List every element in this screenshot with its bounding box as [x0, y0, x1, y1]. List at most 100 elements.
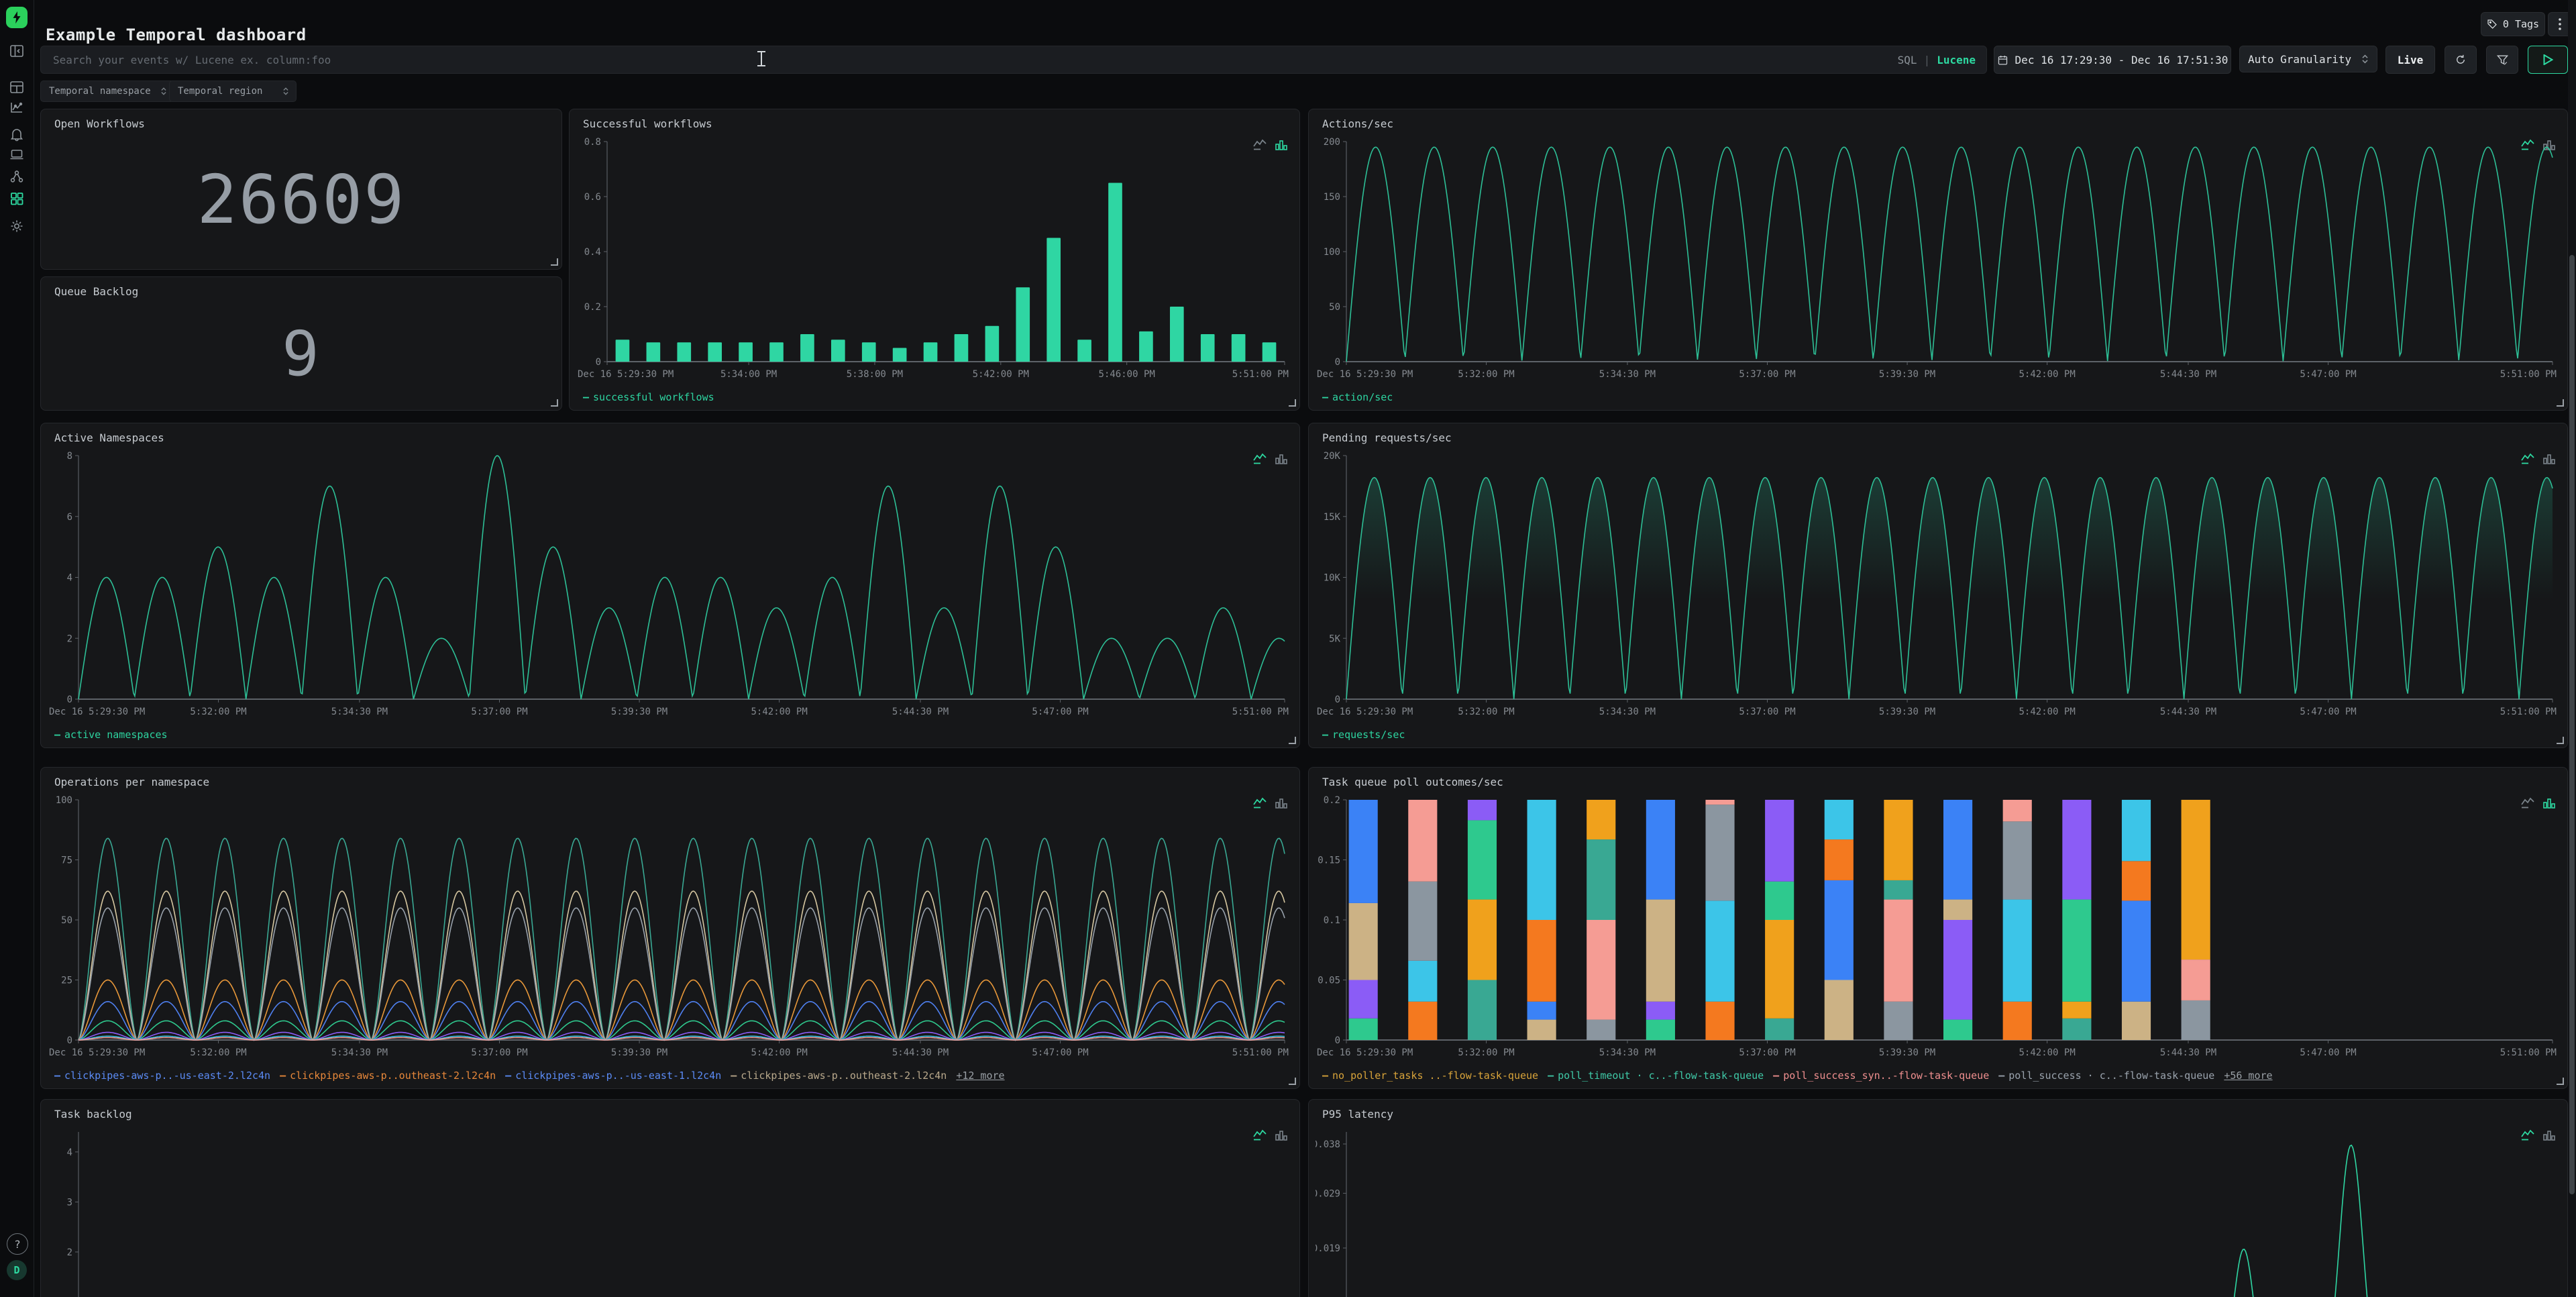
stacked-bar-segment: [2182, 800, 2210, 959]
legend-label: clickpipes-aws-p..-us-east-1.l2c4n: [515, 1070, 721, 1082]
x-tick-label: Dec 16 5:29:30 PM: [578, 369, 674, 380]
y-tick-label: 200: [1324, 137, 1340, 148]
scrollbar-track[interactable]: [2568, 0, 2576, 1297]
legend-item[interactable]: —successful workflows: [583, 391, 714, 403]
resize-handle[interactable]: [2557, 1078, 2564, 1085]
stacked-bar-segment: [2062, 900, 2091, 1002]
x-tick-label: 5:51:00 PM: [2500, 1047, 2557, 1058]
mode-sql-label[interactable]: SQL: [1898, 54, 1917, 66]
topology-nodes-icon[interactable]: [9, 168, 25, 185]
resize-handle[interactable]: [551, 399, 558, 407]
filter-label: Temporal region: [178, 86, 262, 97]
panel-title: Active Namespaces: [54, 431, 164, 444]
bar: [1046, 238, 1061, 362]
legend-item[interactable]: — clickpipes-aws-p..-us-east-1.l2c4n: [505, 1070, 721, 1082]
granularity-select[interactable]: Auto Granularity: [2239, 46, 2377, 72]
y-tick-label: 0: [1335, 1035, 1340, 1046]
run-query-button[interactable]: [2528, 46, 2568, 74]
collapse-sidebar-icon[interactable]: [9, 43, 25, 59]
settings-gear-icon[interactable]: [9, 218, 25, 234]
tags-button[interactable]: 0 Tags: [2481, 12, 2545, 36]
stacked-bar-segment: [1468, 980, 1497, 1041]
x-tick-label: 5:37:00 PM: [1739, 1047, 1795, 1058]
mode-lucene-label[interactable]: Lucene: [1937, 54, 1976, 66]
legend-label: requests/sec: [1332, 729, 1405, 741]
search-input[interactable]: [41, 46, 1986, 73]
legend-swatch: —: [583, 391, 589, 403]
scrollbar-thumb[interactable]: [2569, 255, 2575, 1194]
hosts-monitor-icon[interactable]: [9, 146, 25, 162]
stacked-bar-segment: [1587, 839, 1615, 920]
stacked-bar-segment: [1349, 800, 1378, 903]
panel-pending-requests: Pending requests/sec 05K10K15K20KDec 16 …: [1308, 423, 2568, 748]
filter-edit-button[interactable]: [2486, 46, 2518, 74]
legend-item[interactable]: —no_poller_tasks ..-flow-task-queue: [1322, 1070, 1538, 1082]
x-tick-label: 5:32:00 PM: [190, 1047, 246, 1058]
alerts-bell-icon[interactable]: [9, 126, 25, 142]
y-tick-label: 25: [61, 976, 72, 986]
app-logo-icon[interactable]: [6, 7, 28, 28]
apps-grid-icon[interactable]: [9, 191, 25, 207]
stacked-bar-segment: [1705, 900, 1734, 1001]
stacked-bar-segment: [2122, 861, 2151, 900]
y-tick-label: 100: [56, 795, 72, 806]
refresh-icon: [2455, 54, 2467, 66]
user-avatar[interactable]: D: [7, 1260, 27, 1280]
stacked-bar-segment: [2003, 900, 2032, 1002]
x-tick-label: 5:42:00 PM: [2019, 707, 2075, 717]
refresh-button[interactable]: [2445, 46, 2477, 74]
page-title: Example Temporal dashboard: [46, 25, 307, 44]
stacked-bar-segment: [2122, 800, 2151, 861]
play-icon: [2543, 54, 2553, 65]
chevron-updown-icon: [160, 87, 167, 96]
x-tick-label: 5:46:00 PM: [1099, 369, 1155, 380]
panel-title: Task backlog: [54, 1108, 132, 1121]
legend-item[interactable]: —clickpipes-aws-p..outheast-2.l2c4n: [280, 1070, 496, 1082]
legend-more-link[interactable]: +12 more: [956, 1070, 1004, 1082]
resize-handle[interactable]: [1289, 399, 1296, 407]
x-tick-label: 5:44:30 PM: [2160, 1047, 2216, 1058]
resize-handle[interactable]: [2557, 737, 2564, 744]
granularity-label: Auto Granularity: [2248, 53, 2351, 66]
x-tick-label: 5:51:00 PM: [1232, 369, 1289, 380]
panel-title: Open Workflows: [54, 117, 145, 130]
stacked-bar-segment: [1587, 800, 1615, 839]
legend-item[interactable]: —poll_timeout · c..-flow-task-queue: [1548, 1070, 1764, 1082]
filter-temporal-namespace[interactable]: Temporal namespace: [40, 81, 174, 102]
legend-item[interactable]: —poll_success_syn..-flow-task-queue: [1773, 1070, 1989, 1082]
legend-item[interactable]: —clickpipes-aws-p..outheast-2.l2c4n: [731, 1070, 947, 1082]
legend-item[interactable]: —active namespaces: [54, 729, 168, 741]
y-tick-label: 75: [61, 855, 72, 866]
legend-swatch: —: [505, 1070, 511, 1082]
chart-svg: 050100150200Dec 16 5:29:30 PM5:32:00 PM5…: [1316, 135, 2558, 386]
stacked-bar-segment: [1705, 805, 1734, 900]
filter-temporal-region[interactable]: Temporal region: [169, 81, 297, 102]
y-tick-label: 5K: [1329, 633, 1340, 644]
stacked-bar-segment: [1408, 961, 1437, 1002]
help-button[interactable]: ?: [7, 1233, 28, 1255]
y-tick-label: 100: [1324, 247, 1340, 258]
legend-item[interactable]: —poll_success · c..-flow-task-queue: [1998, 1070, 2214, 1082]
metrics-chart-icon[interactable]: [9, 99, 25, 115]
resize-handle[interactable]: [1289, 1078, 1296, 1085]
legend-item[interactable]: —requests/sec: [1322, 729, 1405, 741]
panel-title: Operations per namespace: [54, 776, 209, 788]
legend-item[interactable]: —action/sec: [1322, 391, 1393, 403]
x-tick-label: 5:39:30 PM: [1879, 1047, 1935, 1058]
legend-more-link[interactable]: +56 more: [2224, 1070, 2272, 1082]
dashboards-grid-icon[interactable]: [9, 79, 25, 95]
resize-handle[interactable]: [2557, 399, 2564, 407]
resize-handle[interactable]: [1289, 737, 1296, 744]
chart-legend: —action/sec: [1322, 390, 1393, 405]
query-mode-toggle[interactable]: SQL | Lucene: [1898, 46, 1976, 73]
date-range-button[interactable]: Dec 16 17:29:30 - Dec 16 17:51:30: [1994, 46, 2231, 74]
chart-canvas: 05K10K15K20KDec 16 5:29:30 PM5:32:00 PM5…: [1316, 449, 2558, 723]
legend-item[interactable]: —clickpipes-aws-p..-us-east-2.l2c4n: [54, 1070, 270, 1082]
stacked-bar-segment: [1468, 900, 1497, 980]
resize-handle[interactable]: [551, 258, 558, 266]
live-button[interactable]: Live: [2385, 46, 2435, 74]
bar: [1170, 307, 1184, 362]
x-tick-label: 5:47:00 PM: [1032, 707, 1088, 717]
stacked-bar-segment: [2122, 900, 2151, 1001]
bar: [769, 342, 784, 362]
